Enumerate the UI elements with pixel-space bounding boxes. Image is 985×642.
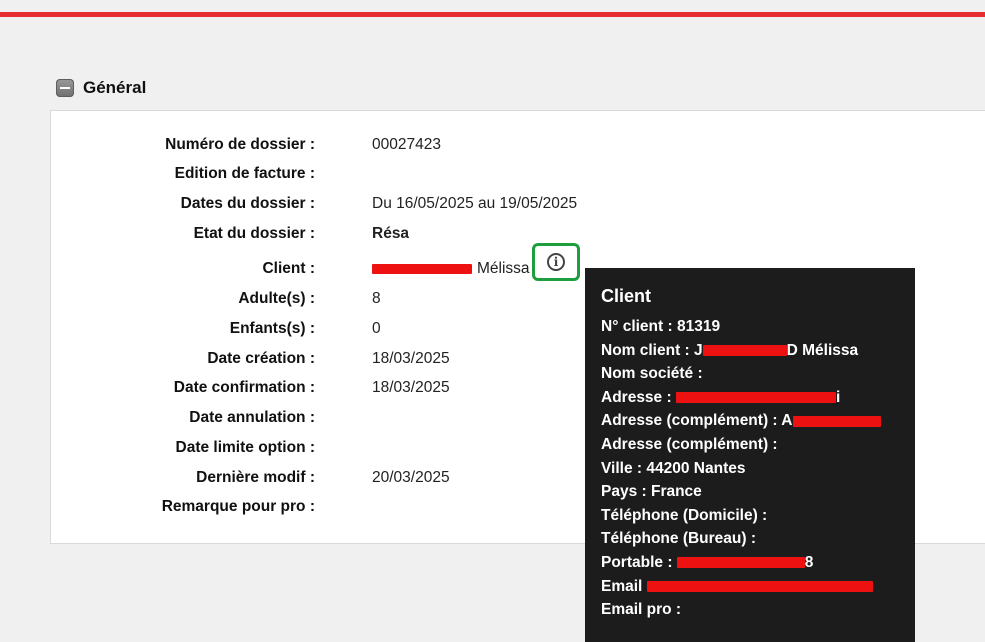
- field-label: Edition de facture :: [174, 165, 315, 182]
- top-accent-bar: [0, 12, 985, 17]
- field-row-numero-dossier: Numéro de dossier : 00027423: [0, 135, 700, 165]
- section-header-general[interactable]: Général: [56, 78, 146, 98]
- tooltip-address-complement-2: Adresse (complément) :: [601, 435, 778, 453]
- field-label: Date limite option :: [175, 439, 316, 456]
- field-value: 18/03/2025: [372, 350, 450, 367]
- tooltip-client-number: N° client : 81319: [601, 318, 721, 335]
- field-value: 18/03/2025: [372, 379, 450, 396]
- tooltip-address-prefix: Adresse :: [601, 388, 672, 406]
- field-value: 00027423: [372, 136, 441, 153]
- field-label: Dates du dossier :: [180, 195, 315, 212]
- field-label: Date création :: [207, 350, 315, 367]
- tooltip-email-pro: Email pro :: [601, 601, 682, 619]
- field-label: Date annulation :: [189, 409, 315, 426]
- field-label: Client :: [262, 260, 315, 277]
- tooltip-email-prefix: Email: [601, 577, 643, 595]
- field-value: 8: [372, 290, 381, 307]
- tooltip-phone-home: Téléphone (Domicile) :: [601, 506, 768, 524]
- tooltip-mobile-suffix: 8: [804, 553, 814, 571]
- tooltip-mobile-prefix: Portable :: [601, 553, 673, 571]
- tooltip-address-complement-1: Adresse (complément) : A: [601, 409, 915, 433]
- redaction-bar: [646, 580, 873, 592]
- tooltip-client-name-suffix: D Mélissa: [786, 341, 859, 359]
- redaction-bar: [702, 345, 787, 356]
- section-title: Général: [83, 78, 147, 97]
- field-value: Résa: [372, 225, 410, 242]
- tooltip-client-name: Nom client : J D Mélissa: [601, 339, 915, 363]
- redaction-bar: [792, 415, 881, 427]
- redaction-bar: [372, 263, 472, 274]
- client-tooltip: Client N° client : 81319 Nom client : J D…: [585, 268, 915, 642]
- field-value-client: Mélissa: [372, 259, 530, 279]
- tooltip-address-complement-1-prefix: Adresse (complément) : A: [601, 412, 793, 430]
- tooltip-client-name-prefix: Nom client : J: [601, 341, 703, 359]
- tooltip-email: Email: [601, 575, 915, 599]
- tooltip-mobile: Portable : 8: [601, 551, 915, 575]
- tooltip-address-suffix: i: [835, 388, 841, 406]
- tooltip-country: Pays : France: [601, 483, 702, 501]
- client-info-button[interactable]: i: [532, 243, 580, 281]
- client-firstname: Mélissa: [477, 260, 530, 277]
- field-value: 0: [372, 320, 381, 337]
- field-label: Etat du dossier :: [193, 225, 315, 242]
- redaction-bar: [675, 392, 836, 404]
- field-label: Remarque pour pro :: [161, 498, 315, 515]
- field-value: 20/03/2025: [372, 469, 450, 486]
- tooltip-phone-office: Téléphone (Bureau) :: [601, 530, 757, 548]
- info-icon[interactable]: i: [547, 253, 565, 271]
- field-label: Date confirmation :: [173, 379, 315, 396]
- field-value: Du 16/05/2025 au 19/05/2025: [372, 195, 578, 212]
- field-label: Adulte(s) :: [238, 290, 315, 307]
- field-row-dates-dossier: Dates du dossier : Du 16/05/2025 au 19/0…: [0, 194, 700, 224]
- redaction-bar: [676, 557, 805, 569]
- collapse-minus-icon[interactable]: [56, 79, 74, 97]
- tooltip-address: Adresse : i: [601, 386, 915, 410]
- field-row-etat-dossier: Etat du dossier : Résa: [0, 224, 700, 254]
- field-label: Numéro de dossier :: [165, 136, 315, 153]
- field-row-edition-facture: Edition de facture :: [0, 164, 700, 194]
- tooltip-title: Client: [601, 286, 652, 306]
- field-label: Enfants(s) :: [229, 320, 315, 337]
- tooltip-company: Nom société :: [601, 365, 703, 383]
- field-label: Dernière modif :: [196, 469, 315, 486]
- tooltip-city: Ville : 44200 Nantes: [601, 459, 746, 477]
